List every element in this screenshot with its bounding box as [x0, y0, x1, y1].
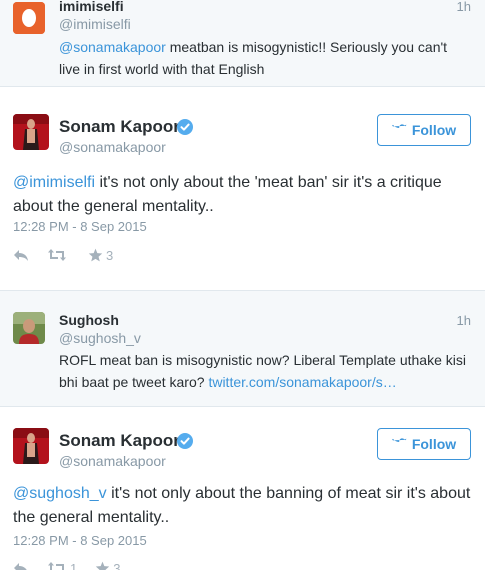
bird-icon: [392, 123, 407, 128]
mention-link[interactable]: @sonamakapoor: [59, 39, 166, 55]
profile-photo-icon: [13, 312, 45, 344]
tweet-actions: 3: [13, 246, 131, 264]
tweet-time[interactable]: 1h: [457, 313, 471, 328]
mention-link[interactable]: @imimiselfi: [13, 174, 95, 191]
tweet-link[interactable]: twitter.com/sonamakapoor/s…: [208, 374, 396, 390]
focused-tweet: Sonam Kapoor @sonamakapoor Follow @sugho…: [0, 407, 485, 570]
star-icon: [96, 561, 110, 570]
retweet-icon: [48, 249, 66, 261]
follow-label: Follow: [411, 122, 457, 138]
favorite-count: 3: [106, 247, 114, 263]
follow-label: Follow: [411, 436, 457, 452]
profile-photo-icon: [13, 428, 49, 464]
username[interactable]: @sughosh_v: [59, 330, 141, 346]
retweet-icon: [48, 562, 64, 570]
tweet-timestamp[interactable]: 12:28 PM - 8 Sep 2015: [13, 219, 147, 234]
reply-tweet[interactable]: imimiselfi @imimiselfi 1h @sonamakapoor …: [0, 0, 485, 87]
egg-avatar-icon: [13, 2, 45, 34]
retweet-count: 1: [70, 560, 78, 570]
tweet-text: @sughosh_v it's not only about the banni…: [13, 485, 471, 526]
username[interactable]: @imimiselfi: [59, 16, 131, 32]
display-name[interactable]: Sughosh: [59, 312, 119, 328]
profile-photo-icon: [13, 114, 49, 150]
avatar[interactable]: [13, 428, 49, 464]
avatar[interactable]: [13, 2, 45, 34]
bird-icon: [392, 437, 407, 442]
tweet-actions: 1 3: [13, 559, 138, 570]
display-name[interactable]: Sonam Kapoor: [59, 431, 180, 451]
verified-badge-icon: [177, 119, 193, 135]
avatar[interactable]: [13, 312, 45, 344]
follow-button[interactable]: Follow: [377, 428, 471, 460]
username[interactable]: @sonamakapoor: [59, 139, 166, 155]
retweet-button[interactable]: 1: [47, 561, 77, 570]
favorite-button[interactable]: 3: [95, 561, 120, 570]
tweet-text: @sonamakapoor meatban is misogynistic!! …: [59, 39, 448, 77]
reply-button[interactable]: [13, 248, 29, 262]
tweet-timestamp[interactable]: 12:28 PM - 8 Sep 2015: [13, 533, 147, 548]
username[interactable]: @sonamakapoor: [59, 453, 166, 469]
star-icon: [88, 248, 103, 262]
favorite-button[interactable]: 3: [88, 248, 113, 263]
focused-tweet: Sonam Kapoor @sonamakapoor Follow @imimi…: [0, 87, 485, 291]
mention-link[interactable]: @sughosh_v: [13, 485, 107, 502]
avatar[interactable]: [13, 114, 49, 150]
tweet-time[interactable]: 1h: [457, 0, 471, 14]
display-name[interactable]: imimiselfi: [59, 0, 124, 14]
reply-icon: [14, 563, 27, 570]
favorite-count: 3: [113, 560, 121, 570]
follow-button[interactable]: Follow: [377, 114, 471, 146]
reply-button[interactable]: [13, 561, 29, 570]
tweet-text: ROFL meat ban is misogynistic now? Liber…: [59, 352, 466, 390]
verified-badge-icon: [177, 433, 193, 449]
reply-tweet[interactable]: Sughosh @sughosh_v 1h ROFL meat ban is m…: [0, 291, 485, 407]
tweet-text: @imimiselfi it's not only about the 'mea…: [13, 174, 442, 215]
retweet-button[interactable]: [47, 248, 70, 262]
reply-icon: [14, 250, 28, 261]
display-name[interactable]: Sonam Kapoor: [59, 117, 180, 137]
